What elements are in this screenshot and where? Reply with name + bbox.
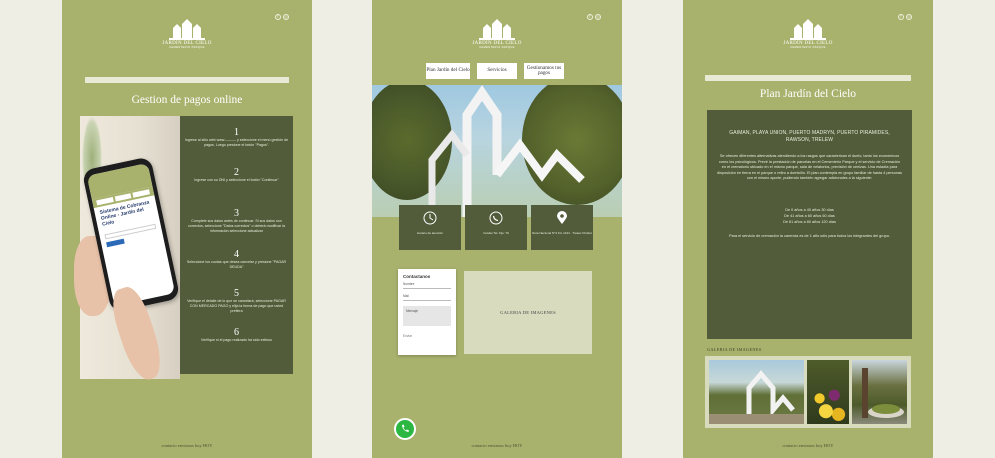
- step-text: Complete sus datos antes de continuar. S…: [187, 219, 286, 233]
- panel-home: f ◎ JARDÍN DEL CIELO CEMENTERIO PARQUE P…: [372, 0, 622, 458]
- name-field-label: Nombre: [403, 282, 415, 286]
- whatsapp-phone-icon: [402, 424, 409, 432]
- step-5: 5 Verifique el detalle de lo que se canc…: [184, 289, 289, 314]
- step-number: 3: [234, 208, 239, 219]
- step-text: Seleccione los cuotas que desea cancelar…: [186, 260, 287, 269]
- step-text: Ingrese al sitio web www.——— y seleccion…: [184, 138, 289, 147]
- logo[interactable]: JARDÍN DEL CIELO CEMENTERIO PARQUE: [62, 18, 312, 49]
- panel-plan: f ◎ JARDÍN DEL CIELO CEMENTERIO PARQUE P…: [683, 0, 933, 458]
- step-1: 1 Ingrese al sitio web www.——— y selecci…: [184, 128, 289, 148]
- step-4: 4 Seleccione los cuotas que desea cancel…: [184, 250, 289, 270]
- info-ubicacion: Ruta Nacional N°3 Km 1444 · Trelew Chubu…: [531, 205, 593, 250]
- gallery-photo-flowers[interactable]: [807, 360, 849, 424]
- info-text: Celular Tel. Fijo: 76: [483, 231, 509, 235]
- step-3: 3 Complete sus datos antes de continuar.…: [184, 209, 289, 234]
- mail-field[interactable]: [403, 300, 451, 301]
- step-number: 4: [234, 249, 239, 260]
- step-number: 1: [234, 127, 239, 138]
- age-row-3: De 61 años a 80 años 120 días: [783, 220, 836, 224]
- contact-form: Contactanos Nombre Mail Mensaje Enviar: [398, 269, 456, 355]
- age-row-1: De 0 años a 40 años 30 días: [785, 208, 834, 212]
- clock-icon: [423, 211, 437, 225]
- plan-description-box: GAIMAN, PLAYA UNION, PUERTO MADRYN, PUER…: [707, 110, 912, 339]
- monument-sculpture: [428, 85, 585, 217]
- message-field[interactable]: Mensaje: [403, 306, 451, 326]
- page-title: Gestion de pagos online: [131, 94, 243, 106]
- page-title: Plan Jardín del Cielo: [759, 88, 857, 100]
- logo[interactable]: JARDÍN DEL CIELO CEMENTERIO PARQUE: [683, 18, 933, 49]
- panel-gestion-pagos: f ◎ JARDÍN DEL CIELO CEMENTERIO PARQUE G…: [62, 0, 312, 458]
- logo-mark-icon: [169, 19, 205, 40]
- name-field[interactable]: [403, 288, 451, 289]
- step-number: 5: [234, 288, 239, 299]
- cities-list: GAIMAN, PLAYA UNION, PUERTO MADRYN, PUER…: [729, 130, 890, 143]
- gallery-title: GALERIA DE IMAGENES: [707, 347, 762, 352]
- step-2: 2 Ingrese con su DNI y seleccione el bot…: [184, 168, 289, 183]
- nav-servicios[interactable]: Servicios: [477, 63, 517, 79]
- gallery-link[interactable]: GALERIA DE IMAGENES: [464, 271, 592, 354]
- logo-mark-icon: [790, 19, 826, 40]
- gallery-monument-shape: [709, 370, 805, 424]
- steps-panel: 1 Ingrese al sitio web www.——— y selecci…: [180, 116, 293, 374]
- step-6: 6 Verifique si el pago realizado ha sido…: [184, 328, 289, 343]
- footer-contact[interactable]: contacto envianos hoy HOY: [683, 443, 933, 448]
- step-number: 6: [234, 327, 239, 338]
- footer-contact[interactable]: contacto envianos hoy HOY: [62, 443, 312, 448]
- info-text: Ruta Nacional N°3 Km 1444 · Trelew Chubu…: [532, 231, 592, 235]
- location-pin-icon: [557, 211, 567, 224]
- brand-tagline: CEMENTERIO PARQUE: [790, 46, 826, 49]
- step-text: Verifique el detalle de lo que se cancel…: [187, 299, 286, 313]
- image-gallery: [705, 356, 911, 428]
- nav-plan-jardin[interactable]: Plan Jardín del Cielo: [426, 63, 470, 79]
- mail-field-label: Mail: [403, 294, 409, 298]
- age-row-2: De 41 años a 60 años 60 días: [784, 214, 835, 218]
- send-button[interactable]: Enviar: [398, 328, 456, 338]
- divider-bar: [705, 75, 911, 81]
- hero-image: [372, 85, 622, 217]
- info-text: Horario de atención: [416, 231, 444, 235]
- gallery-photo-monument[interactable]: [709, 360, 805, 424]
- footer-contact[interactable]: contacto envianos hoy HOY: [372, 443, 622, 448]
- contact-title: Contactanos: [403, 274, 431, 279]
- logo[interactable]: JARDÍN DEL CIELO CEMENTERIO PARQUE: [372, 18, 622, 49]
- phone-screen-button: [106, 238, 125, 248]
- whatsapp-icon[interactable]: [394, 418, 416, 440]
- nav-gestionamos-pagos[interactable]: Gestionamos tus pagos: [524, 63, 564, 79]
- plan-description: Se ofrecen diferentes alternativas atend…: [717, 154, 902, 181]
- divider-bar: [85, 77, 289, 83]
- logo-mark-icon: [479, 19, 515, 40]
- info-horario: Horario de atención: [399, 205, 461, 250]
- brand-tagline: CEMENTERIO PARQUE: [169, 46, 205, 49]
- step-text: Ingrese con su DNI y seleccione el botón…: [194, 178, 279, 182]
- phone-photo: Sistema de Cobranza Online - Jardín del …: [74, 116, 181, 384]
- cremation-note: Para el servicio de cremación la carenci…: [729, 234, 890, 238]
- whatsapp-icon: [489, 211, 503, 225]
- info-telefono: Celular Tel. Fijo: 76: [465, 205, 527, 250]
- gallery-garden-shape: [861, 368, 904, 418]
- gallery-photo-garden[interactable]: [851, 360, 907, 424]
- step-text: Verifique si el pago realizado ha sido e…: [201, 338, 272, 342]
- brand-tagline: CEMENTERIO PARQUE: [479, 46, 515, 49]
- step-number: 2: [234, 167, 239, 178]
